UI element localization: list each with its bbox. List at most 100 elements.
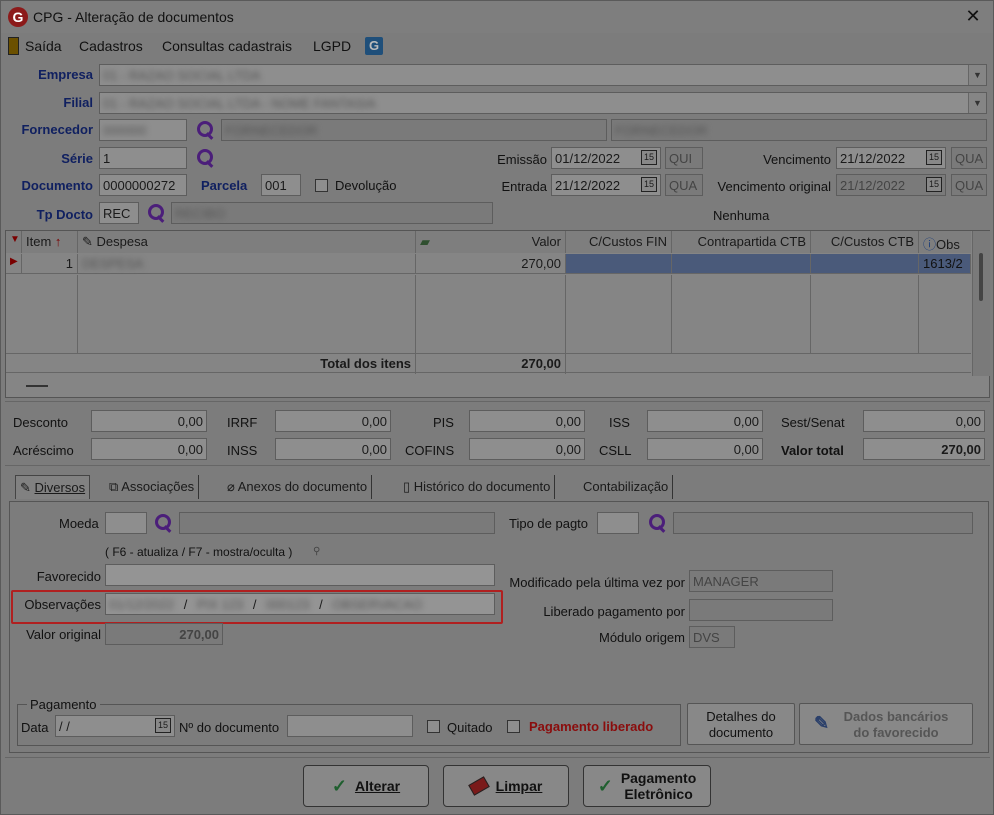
scrollbar-thumb[interactable] — [979, 253, 983, 301]
col-obs[interactable]: ⓘObs — [919, 231, 971, 253]
desconto-field[interactable]: 0,00 — [91, 410, 207, 432]
help-logo-icon[interactable]: G — [365, 37, 383, 55]
devolucao-checkbox[interactable] — [315, 179, 328, 192]
limpar-button[interactable]: Limpar — [443, 765, 569, 807]
col-valor[interactable]: ▰ Valor — [416, 231, 566, 253]
menu-consultas[interactable]: Consultas cadastrais — [162, 38, 292, 54]
tipo-pagto-label: Tipo de pagto — [509, 516, 589, 531]
items-grid[interactable]: ▼ Item ↑ ✎ Despesa ▰ Valor C/Custos FIN C… — [5, 230, 990, 398]
calendar-icon[interactable]: 15 — [926, 150, 942, 165]
iss-field[interactable]: 0,00 — [647, 410, 763, 432]
parcela-field[interactable]: 001 — [261, 174, 301, 196]
desconto-label: Desconto — [13, 415, 68, 430]
venc-orig-label: Vencimento original — [717, 179, 831, 194]
cell-obs[interactable]: 1613/2 — [919, 254, 971, 274]
cell-valor[interactable]: 270,00 — [416, 254, 566, 274]
check-icon: ✓ — [597, 776, 613, 796]
moeda-desc-field — [179, 512, 495, 534]
cell-ccustos-fin[interactable] — [566, 254, 672, 274]
calendar-icon[interactable]: 15 — [155, 718, 171, 733]
calendar-icon[interactable]: 15 — [926, 177, 942, 192]
fornecedor-code-field[interactable]: 000000 — [99, 119, 187, 141]
total-label: Total dos itens — [78, 354, 416, 374]
search-icon[interactable] — [146, 203, 166, 223]
entrada-label: Entrada — [501, 179, 547, 194]
fornecedor-name-field: FORNECEDOR — [221, 119, 607, 141]
tab-diversos[interactable]: ✎ Diversos — [15, 475, 91, 499]
col-contrapartida[interactable]: Contrapartida CTB — [672, 231, 811, 253]
moeda-field[interactable] — [105, 512, 147, 534]
tpdocto-field[interactable]: REC — [99, 202, 139, 224]
app-logo-icon: G — [8, 7, 28, 27]
col-item[interactable]: Item ↑ — [22, 231, 78, 253]
valor-total-label: Valor total — [781, 443, 844, 458]
documento-field[interactable]: 0000000272 — [99, 174, 187, 196]
grid-scrollbar[interactable] — [972, 231, 990, 376]
col-ccustos-fin[interactable]: C/Custos FIN — [566, 231, 672, 253]
cofins-field[interactable]: 0,00 — [469, 438, 585, 460]
fornecedor-extra-field: FORNECEDOR — [611, 119, 987, 141]
calendar-icon[interactable]: 15 — [641, 177, 657, 192]
col-despesa[interactable]: ✎ Despesa — [78, 231, 416, 253]
chevron-down-icon[interactable]: ▼ — [968, 93, 986, 113]
row-pointer-icon: ▶ — [6, 254, 22, 274]
pencil-icon: ✎ — [20, 480, 31, 495]
check-icon: ✓ — [331, 775, 347, 796]
pagamento-eletronico-button[interactable]: ✓ Pagamento Eletrônico — [583, 765, 711, 807]
filial-select[interactable]: 01 - RAZAO SOCIAL LTDA - NOME FANTASIA — [99, 92, 987, 114]
total-value: 270,00 — [416, 354, 566, 374]
nenhuma-text: Nenhuma — [713, 208, 770, 223]
data-label: Data — [21, 720, 49, 735]
empresa-label: Empresa — [38, 67, 93, 82]
sest-field[interactable]: 0,00 — [863, 410, 985, 432]
search-icon[interactable] — [153, 513, 173, 533]
tab-historico[interactable]: ▯ Histórico do documento — [399, 475, 556, 499]
irrf-field[interactable]: 0,00 — [275, 410, 391, 432]
pis-field[interactable]: 0,00 — [469, 410, 585, 432]
cell-ccustos-ctb[interactable] — [811, 254, 919, 274]
fornecedor-label: Fornecedor — [21, 122, 93, 137]
close-icon[interactable]: ✕ — [963, 6, 983, 26]
menu-saida[interactable]: Saída — [25, 38, 62, 54]
pagamento-liberado-checkbox[interactable] — [507, 720, 520, 733]
empresa-select[interactable]: 01 - RAZAO SOCIAL LTDA — [99, 64, 987, 86]
tab-diversos-label: Diversos — [34, 480, 86, 495]
moeda-label: Moeda — [59, 516, 99, 531]
shortcut-hint: ( F6 - atualiza / F7 - mostra/oculta ) — [105, 545, 293, 559]
col-ccustos-ctb[interactable]: C/Custos CTB — [811, 231, 919, 253]
tab-anexos[interactable]: ⌀ Anexos do documento — [223, 475, 373, 499]
menu-lgpd[interactable]: LGPD — [313, 38, 351, 54]
cell-item[interactable]: 1 — [22, 254, 78, 274]
tipo-pagto-field[interactable] — [597, 512, 639, 534]
tag-icon: ✎ — [82, 234, 93, 249]
dados-bancarios-button[interactable]: ✎ Dados bancários do favorecido — [799, 703, 973, 745]
quitado-checkbox[interactable] — [427, 720, 440, 733]
ndoc-label: Nº do documento — [179, 720, 280, 735]
ndoc-field[interactable] — [287, 715, 413, 737]
tab-associacoes[interactable]: ⧉ Associações — [105, 475, 200, 499]
modulo-label: Módulo origem — [599, 630, 685, 645]
search-icon[interactable] — [195, 120, 215, 140]
detalhes-documento-button[interactable]: Detalhes do documento — [687, 703, 795, 745]
cell-despesa[interactable]: DESPESA — [78, 254, 416, 274]
cell-contrapartida[interactable] — [672, 254, 811, 274]
main-window: G CPG - Alteração de documentos ✕ Saída … — [0, 0, 994, 815]
emissao-day: QUI — [665, 147, 703, 169]
acrescimo-field[interactable]: 0,00 — [91, 438, 207, 460]
col-item-label: Item — [26, 234, 52, 249]
calendar-icon[interactable]: 15 — [641, 150, 657, 165]
alterar-button[interactable]: ✓ Alterar — [303, 765, 429, 807]
search-icon[interactable] — [195, 148, 215, 168]
inss-field[interactable]: 0,00 — [275, 438, 391, 460]
grid-splitter[interactable] — [26, 385, 48, 387]
menu-cadastros[interactable]: Cadastros — [79, 38, 143, 54]
csll-field[interactable]: 0,00 — [647, 438, 763, 460]
fornecedor-name: FORNECEDOR — [225, 123, 318, 138]
modificado-field: MANAGER — [689, 570, 833, 592]
chevron-down-icon[interactable]: ▼ — [968, 65, 986, 85]
tab-contabilizacao[interactable]: Contabilização — [579, 475, 674, 499]
favorecido-field[interactable] — [105, 564, 495, 586]
alterar-label: Alterar — [354, 778, 401, 794]
serie-field[interactable]: 1 — [99, 147, 187, 169]
search-icon[interactable] — [647, 513, 667, 533]
